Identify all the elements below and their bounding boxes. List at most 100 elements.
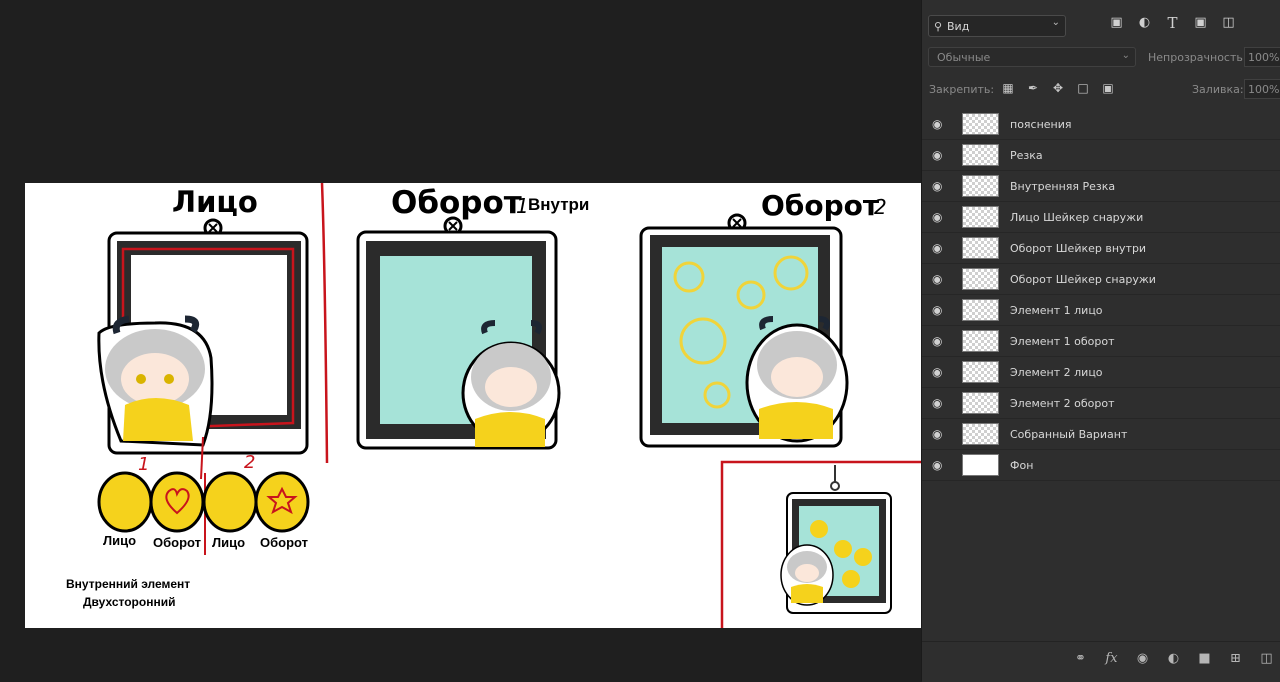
layer-thumbnail — [962, 454, 999, 476]
lock-artboard-icon[interactable]: □ — [1075, 80, 1091, 96]
fill-label: Заливка: — [1192, 83, 1244, 96]
eye-icon[interactable]: ◉ — [932, 458, 948, 472]
kind-filter-value: Вид — [947, 19, 970, 33]
layers-panel-footer: ⚭ fx ◉ ◐ ■ ⊞ ◫ — [922, 641, 1280, 682]
eye-icon[interactable]: ◉ — [932, 303, 948, 317]
adjustment-layer-icon[interactable]: ◐ — [1165, 650, 1182, 667]
blend-mode-value: Обычные — [937, 50, 991, 64]
adjustment-filter-icon[interactable]: ◐ — [1136, 14, 1153, 31]
layer-name: Фон — [1010, 459, 1034, 472]
eye-icon[interactable]: ◉ — [932, 365, 948, 379]
eye-icon[interactable]: ◉ — [932, 117, 948, 131]
new-layer-icon[interactable]: ⊞ — [1227, 650, 1244, 667]
layer-row[interactable]: ◉ Собранный Вариант — [922, 419, 1280, 450]
lock-transparent-icon[interactable]: ▦ — [1000, 80, 1016, 96]
kind-filter-select[interactable]: ⚲ Вид ⌄ — [928, 15, 1066, 37]
layer-thumbnail — [962, 268, 999, 290]
layer-row[interactable]: ◉ Внутренняя Резка — [922, 171, 1280, 202]
layer-name: Оборот Шейкер снаружи — [1010, 273, 1156, 286]
trash-icon[interactable]: ◫ — [1258, 650, 1275, 667]
layer-thumbnail — [962, 299, 999, 321]
fx-icon[interactable]: fx — [1103, 650, 1120, 667]
layer-row[interactable]: ◉ Элемент 2 оборот — [922, 388, 1280, 419]
title-face: Лицо — [172, 185, 258, 219]
layer-thumbnail — [962, 330, 999, 352]
eye-icon[interactable]: ◉ — [932, 148, 948, 162]
lock-label: Закрепить: — [929, 83, 995, 96]
lock-icons: ▦ ✒ ✥ □ ▣ — [1000, 80, 1116, 96]
fill-field[interactable]: 100% — [1244, 79, 1280, 99]
layers-panel: ⚲ Вид ⌄ ▣ ◐ T ▣ ◫ Обычные ⌄ Непрозрачнос… — [921, 0, 1280, 682]
eye-icon[interactable]: ◉ — [932, 272, 948, 286]
layer-name: пояснения — [1010, 118, 1072, 131]
layer-row[interactable]: ◉ Оборот Шейкер снаружи — [922, 264, 1280, 295]
layer-mask-icon[interactable]: ◉ — [1134, 650, 1151, 667]
layer-thumbnail — [962, 423, 999, 445]
lock-all-icon[interactable]: ▣ — [1100, 80, 1116, 96]
note-line-2: Двухсторонний — [83, 595, 176, 609]
title-back1: Оборот — [391, 185, 522, 221]
layer-row[interactable]: ◉ Элемент 2 лицо — [922, 357, 1280, 388]
layer-row[interactable]: ◉ Элемент 1 лицо — [922, 295, 1280, 326]
layer-row[interactable]: ◉ Оборот Шейкер внутри — [922, 233, 1280, 264]
smart-object-filter-icon[interactable]: ◫ — [1220, 14, 1237, 31]
layer-name: Собранный Вариант — [1010, 428, 1128, 441]
artwork — [97, 183, 921, 628]
eye-icon[interactable]: ◉ — [932, 396, 948, 410]
layer-name: Элемент 2 оборот — [1010, 397, 1115, 410]
element-2-face-caption: Лицо — [212, 535, 246, 550]
layers-panel-toolbar: ⚲ Вид ⌄ ▣ ◐ T ▣ ◫ Обычные ⌄ Непрозрачнос… — [922, 0, 1280, 110]
layer-row[interactable]: ◉ Лицо Шейкер снаружи — [922, 202, 1280, 233]
document-workspace: Лицо Оборот 1 Внутри Оборот 2 1 2 Лицо О… — [0, 0, 921, 681]
title-back2: Оборот — [761, 189, 880, 222]
layer-thumbnail — [962, 144, 999, 166]
title-back2-number: 2 — [874, 195, 887, 219]
back1-shaker — [356, 216, 561, 450]
back2-shaker — [639, 213, 849, 448]
cut-line-divider — [320, 183, 329, 464]
layer-thumbnail — [962, 237, 999, 259]
group-folder-icon[interactable]: ■ — [1196, 650, 1213, 667]
title-back1-number: 1 — [516, 194, 529, 218]
chevron-down-icon: ⌄ — [1051, 17, 1060, 28]
layer-thumbnail — [962, 175, 999, 197]
layer-name: Лицо Шейкер снаружи — [1010, 211, 1144, 224]
layer-row[interactable]: ◉ Элемент 1 оборот — [922, 326, 1280, 357]
layer-name: Внутренняя Резка — [1010, 180, 1116, 193]
layer-thumbnail — [962, 392, 999, 414]
eye-icon[interactable]: ◉ — [932, 179, 948, 193]
layer-name: Оборот Шейкер внутри — [1010, 242, 1147, 255]
layer-name: Резка — [1010, 149, 1043, 162]
element-1-number: 1 — [138, 454, 150, 475]
lock-position-icon[interactable]: ✥ — [1050, 80, 1066, 96]
eye-icon[interactable]: ◉ — [932, 241, 948, 255]
eye-icon[interactable]: ◉ — [932, 210, 948, 224]
layer-name: Элемент 1 оборот — [1010, 335, 1115, 348]
lock-paint-icon[interactable]: ✒ — [1025, 80, 1041, 96]
element-1-back-caption: Оборот — [153, 535, 202, 550]
layer-row[interactable]: ◉ Фон — [922, 450, 1280, 481]
layer-name: Элемент 2 лицо — [1010, 366, 1103, 379]
element-2-number: 2 — [244, 452, 256, 473]
document-canvas[interactable]: Лицо Оборот 1 Внутри Оборот 2 1 2 Лицо О… — [25, 183, 921, 628]
layer-thumbnail — [962, 113, 999, 135]
footer-icons: ⚭ fx ◉ ◐ ■ ⊞ ◫ — [1072, 650, 1275, 667]
character-face — [97, 315, 214, 447]
filter-icons: ▣ ◐ T ▣ ◫ — [1108, 14, 1237, 32]
link-layers-icon[interactable]: ⚭ — [1072, 650, 1089, 667]
eye-icon[interactable]: ◉ — [932, 427, 948, 441]
image-filter-icon[interactable]: ▣ — [1108, 14, 1125, 31]
shape-filter-icon[interactable]: ▣ — [1192, 14, 1209, 31]
opacity-label: Непрозрачность: — [1148, 51, 1247, 64]
eye-icon[interactable]: ◉ — [932, 334, 948, 348]
blend-mode-select[interactable]: Обычные ⌄ — [928, 47, 1136, 67]
opacity-field[interactable]: 100% — [1244, 47, 1280, 67]
type-filter-icon[interactable]: T — [1164, 14, 1181, 32]
assembled-variant — [720, 460, 921, 628]
layer-thumbnail — [962, 206, 999, 228]
layer-row[interactable]: ◉ пояснения — [922, 109, 1280, 140]
layer-thumbnail — [962, 361, 999, 383]
chevron-down-icon: ⌄ — [1121, 50, 1130, 61]
element-1-face-caption: Лицо — [103, 533, 137, 548]
layer-row[interactable]: ◉ Резка — [922, 140, 1280, 171]
